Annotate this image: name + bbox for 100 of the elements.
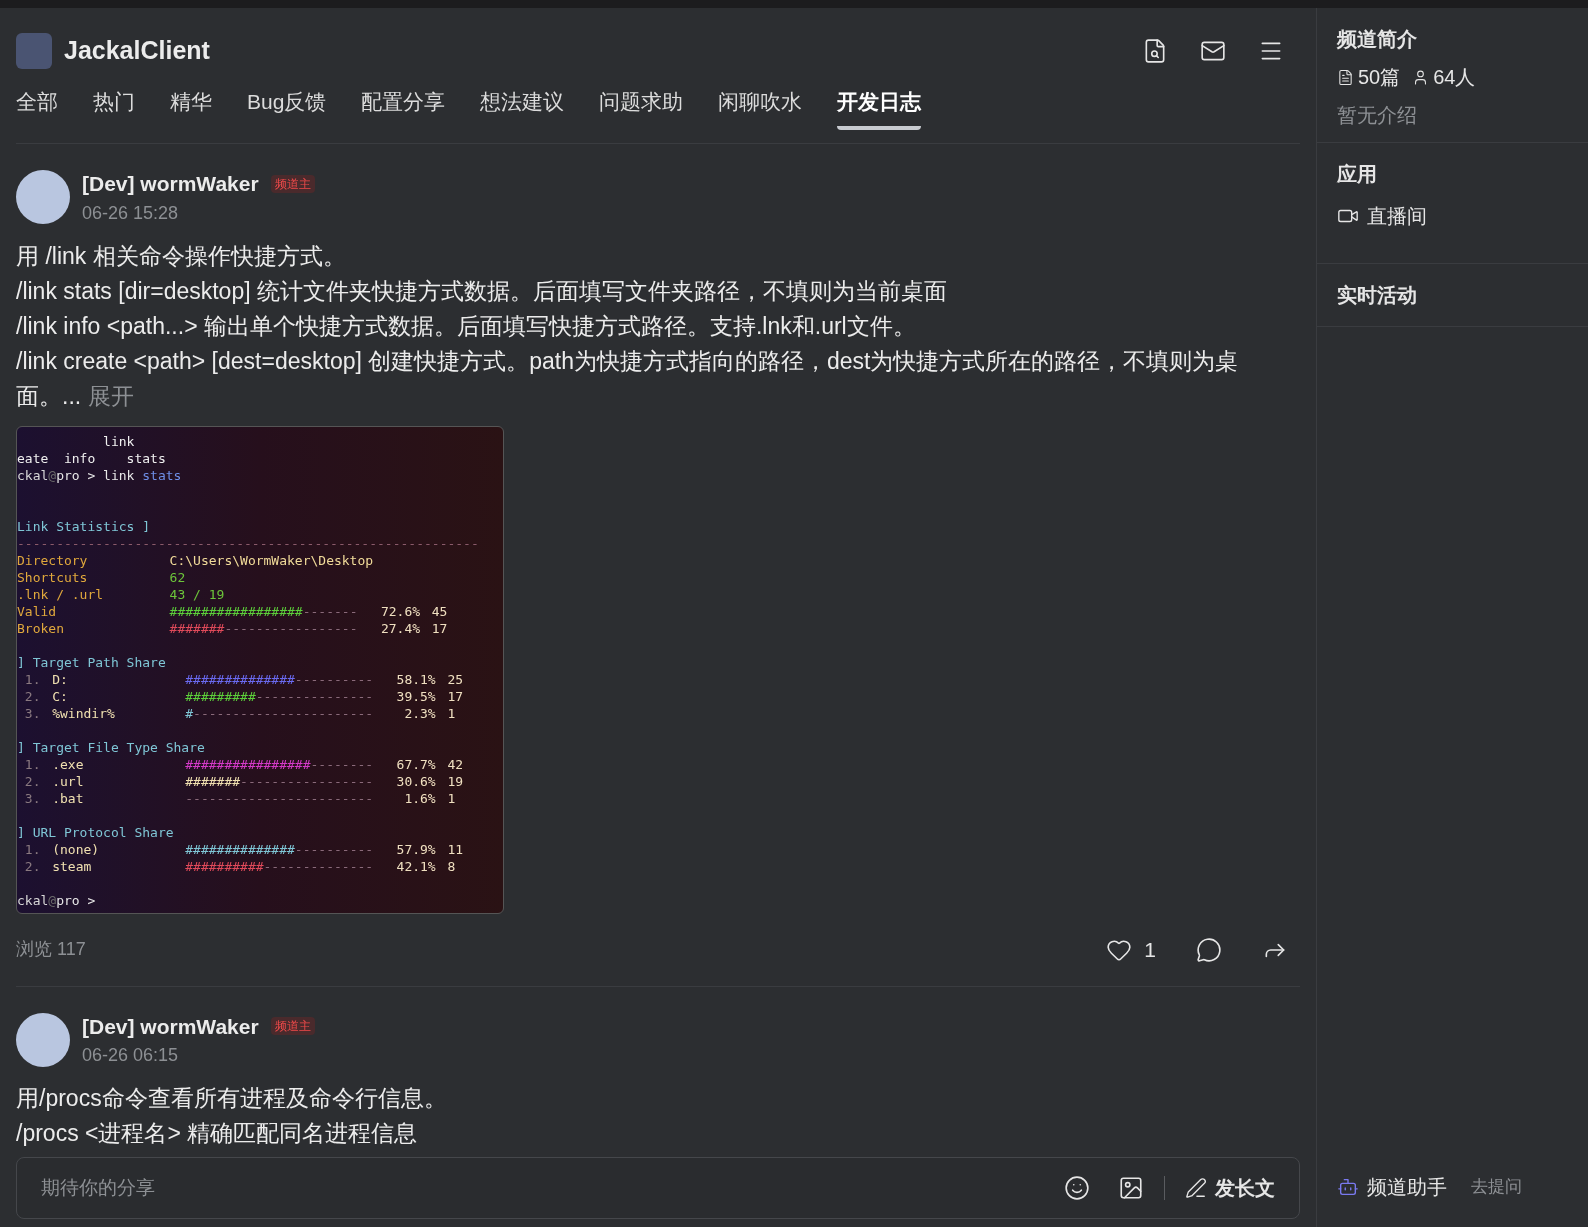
tab[interactable]: 全部 — [16, 86, 58, 130]
item-label: .url — [52, 772, 85, 790]
percent-text: 1.6% — [403, 789, 436, 807]
index-number: 1. — [23, 755, 42, 773]
progress-bar-text: #######----------------- — [169, 619, 358, 637]
avatar[interactable] — [16, 1012, 70, 1067]
index-number: 2. — [23, 772, 42, 790]
index-number: 2. — [23, 687, 42, 705]
progress-bar-text: ################-------- — [185, 755, 374, 773]
bot-icon — [1337, 1176, 1359, 1198]
post-text: 用 /link 相关命令操作快捷方式。 — [16, 241, 347, 271]
section-title: 频道简介 — [1337, 27, 1418, 52]
item-label: .bat — [52, 789, 85, 807]
post-text: /link info <path...> 输出单个快捷方式数据。后面填写快捷方式路径。支持.lnk和.url文件。 — [16, 311, 917, 341]
terminal-text: ] Target Path Share — [17, 654, 166, 670]
terminal-text: stats — [142, 467, 182, 483]
document-icon — [1337, 68, 1354, 86]
tab[interactable]: 闲聊吹水 — [718, 86, 803, 130]
share-input[interactable]: 期待你的分享 — [41, 1173, 1064, 1203]
author-name[interactable]: [Dev] wormWaker — [82, 1010, 259, 1042]
count-text: 1 — [446, 789, 456, 807]
count-text: 42 — [446, 755, 464, 773]
percent-text: 42.1% — [395, 857, 436, 875]
ask-link[interactable]: 去提问 — [1471, 1174, 1522, 1200]
count-text: 19 — [446, 772, 464, 790]
percent-text: 39.5% — [395, 687, 436, 705]
index-number: 1. — [23, 670, 42, 688]
percent-text: 27.4% — [379, 619, 421, 637]
view-count: 浏览 117 — [16, 938, 86, 961]
tab[interactable]: 精华 — [170, 86, 212, 130]
count-text: 17 — [446, 687, 464, 705]
post-text: /link stats [dir=desktop] 统计文件夹快捷方式数据。后面填写文件夹路径，不填则为当前桌面 — [16, 276, 948, 306]
terminal-text: ckal — [17, 892, 49, 908]
terminal-text: link — [102, 433, 135, 449]
expand-link[interactable]: 展开 — [87, 382, 134, 409]
stat-value: 62 — [169, 568, 186, 586]
emoji-icon[interactable] — [1064, 1175, 1090, 1201]
stat-key: Broken — [17, 619, 170, 637]
composer-bar[interactable]: 期待你的分享 发长文 — [16, 1157, 1300, 1219]
author-name[interactable]: [Dev] wormWaker — [82, 168, 259, 200]
section-title: 应用 — [1337, 162, 1378, 187]
count-text: 25 — [446, 670, 464, 688]
tab[interactable]: 配置分享 — [361, 86, 446, 130]
terminal-text: @ — [48, 892, 57, 908]
terminal-text: pro > — [56, 892, 96, 908]
tab[interactable]: 热门 — [93, 86, 135, 130]
percent-text: 57.9% — [395, 840, 436, 858]
percent-text: 58.1% — [395, 670, 436, 688]
item-label: C: — [52, 687, 69, 705]
terminal-text: ckal — [17, 467, 49, 483]
percent-text: 2.3% — [403, 704, 436, 722]
terminal-text: eate info stats — [17, 450, 166, 466]
assistant-button[interactable]: 频道助手 — [1337, 1172, 1447, 1202]
count-text: 8 — [446, 857, 456, 875]
tab[interactable]: 开发日志 — [837, 86, 922, 130]
post-time: 06-26 06:15 — [82, 1044, 180, 1067]
progress-bar-text: #######----------------- — [185, 772, 374, 790]
count-text: 11 — [446, 840, 464, 858]
progress-bar-text: #########--------------- — [185, 687, 374, 705]
intro-text: 暂无介绍 — [1337, 103, 1418, 128]
count-text: 45 — [430, 602, 448, 620]
progress-bar-text: #################------- — [169, 602, 358, 620]
tab[interactable]: Bug反馈 — [247, 86, 327, 130]
item-label: .exe — [52, 755, 85, 773]
app-link[interactable]: 直播间 — [1337, 201, 1568, 231]
terminal-text: ] URL Protocol Share — [17, 824, 174, 840]
percent-text: 67.7% — [395, 755, 436, 773]
tab[interactable]: 问题求助 — [599, 86, 684, 130]
terminal-text: ] Target File Type Share — [17, 739, 205, 755]
index-number: 3. — [23, 789, 42, 807]
avatar[interactable] — [16, 170, 70, 225]
post-text: 用/procs命令查看所有进程及命令行信息。 — [16, 1084, 448, 1113]
channel-name: JackalClient — [64, 35, 210, 67]
item-label: steam — [52, 857, 93, 875]
member-count-text: 64人 — [1433, 65, 1476, 90]
post-text: /procs <进程名> 精确匹配同名进程信息 — [16, 1119, 419, 1148]
like-button[interactable]: 1 — [1106, 933, 1156, 966]
post-text: /link create <path> [dest=desktop] 创建快捷方式。path为快捷方式指向的路径，dest为快捷方式所在的路径，不填则为桌面。... 展开 — [16, 346, 1240, 411]
owner-badge: 频道主 — [270, 174, 315, 193]
progress-bar-text: ------------------------ — [185, 789, 374, 807]
item-label: D: — [52, 670, 69, 688]
progress-bar-text: #----------------------- — [185, 704, 374, 722]
percent-text: 72.6% — [379, 602, 421, 620]
terminal-text: @ — [48, 467, 57, 483]
section-title: 实时活动 — [1337, 284, 1417, 306]
stat-key: Valid — [17, 602, 170, 620]
terminal-text: ----------------------------------------------------------- — [17, 535, 479, 551]
index-number: 3. — [23, 704, 42, 722]
owner-badge: 频道主 — [270, 1017, 315, 1036]
long-post-button[interactable]: 发长文 — [1185, 1173, 1275, 1203]
index-number: 2. — [23, 857, 42, 875]
channel-avatar — [16, 33, 52, 69]
terminal-text: Link Statistics ] — [17, 518, 151, 534]
pen-icon — [1185, 1177, 1207, 1199]
progress-bar-text: ##############---------- — [185, 840, 374, 858]
image-icon[interactable] — [1118, 1175, 1144, 1201]
progress-bar-text: ##############---------- — [185, 670, 374, 688]
tab[interactable]: 想法建议 — [480, 86, 565, 130]
item-label: %windir% — [52, 704, 116, 722]
comment-icon[interactable] — [1196, 936, 1222, 963]
